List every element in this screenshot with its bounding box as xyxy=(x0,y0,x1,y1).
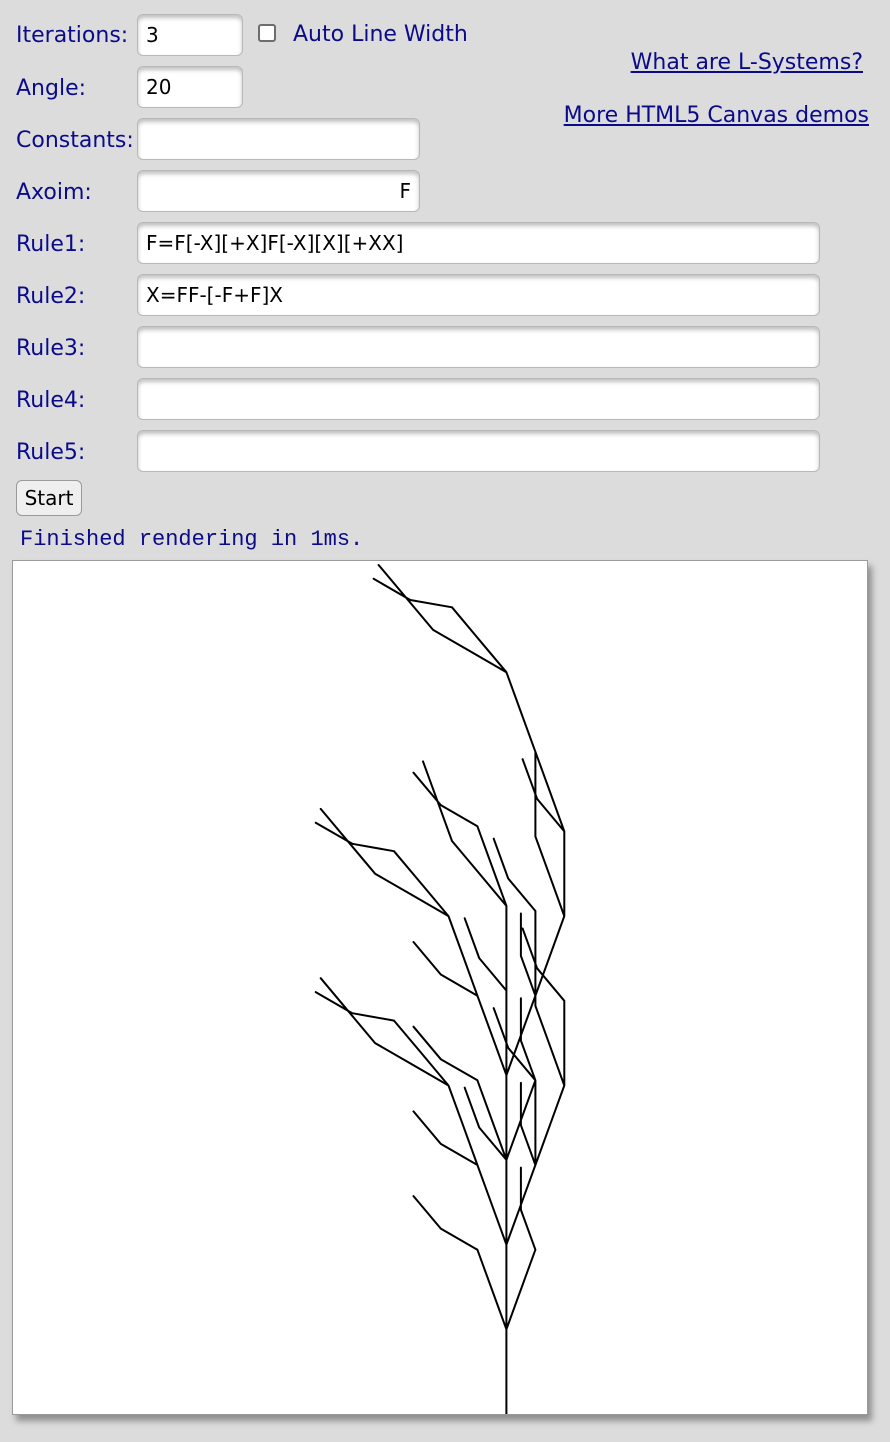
rule5-input[interactable] xyxy=(137,430,820,472)
lsystem-drawing xyxy=(314,564,566,1414)
rule1-input[interactable] xyxy=(137,222,820,264)
rule2-label: Rule2: xyxy=(16,284,86,309)
angle-label: Angle: xyxy=(16,76,87,101)
auto-line-width-label[interactable]: Auto Line Width xyxy=(293,22,468,47)
lsystem-canvas[interactable] xyxy=(12,560,868,1415)
constants-label: Constants: xyxy=(16,128,134,153)
rule3-label: Rule3: xyxy=(16,336,86,361)
what-are-lsystems-link[interactable]: What are L-Systems? xyxy=(631,50,863,75)
constants-input[interactable] xyxy=(137,118,420,160)
start-button[interactable]: Start xyxy=(16,480,82,516)
axiom-input[interactable] xyxy=(137,170,420,212)
rule2-input[interactable] xyxy=(137,274,820,316)
axiom-label: Axoim: xyxy=(16,180,92,205)
status-message: Finished rendering in 1ms. xyxy=(20,527,364,552)
auto-line-width-checkbox[interactable] xyxy=(258,24,276,42)
more-canvas-demos-link[interactable]: More HTML5 Canvas demos xyxy=(564,103,869,128)
angle-input[interactable] xyxy=(137,66,243,108)
rule4-label: Rule4: xyxy=(16,388,86,413)
rule4-input[interactable] xyxy=(137,378,820,420)
rule5-label: Rule5: xyxy=(16,440,86,465)
iterations-input[interactable] xyxy=(137,14,243,56)
plant-branches xyxy=(314,564,566,1414)
iterations-label: Iterations: xyxy=(16,23,129,48)
rule3-input[interactable] xyxy=(137,326,820,368)
rule1-label: Rule1: xyxy=(16,232,86,257)
